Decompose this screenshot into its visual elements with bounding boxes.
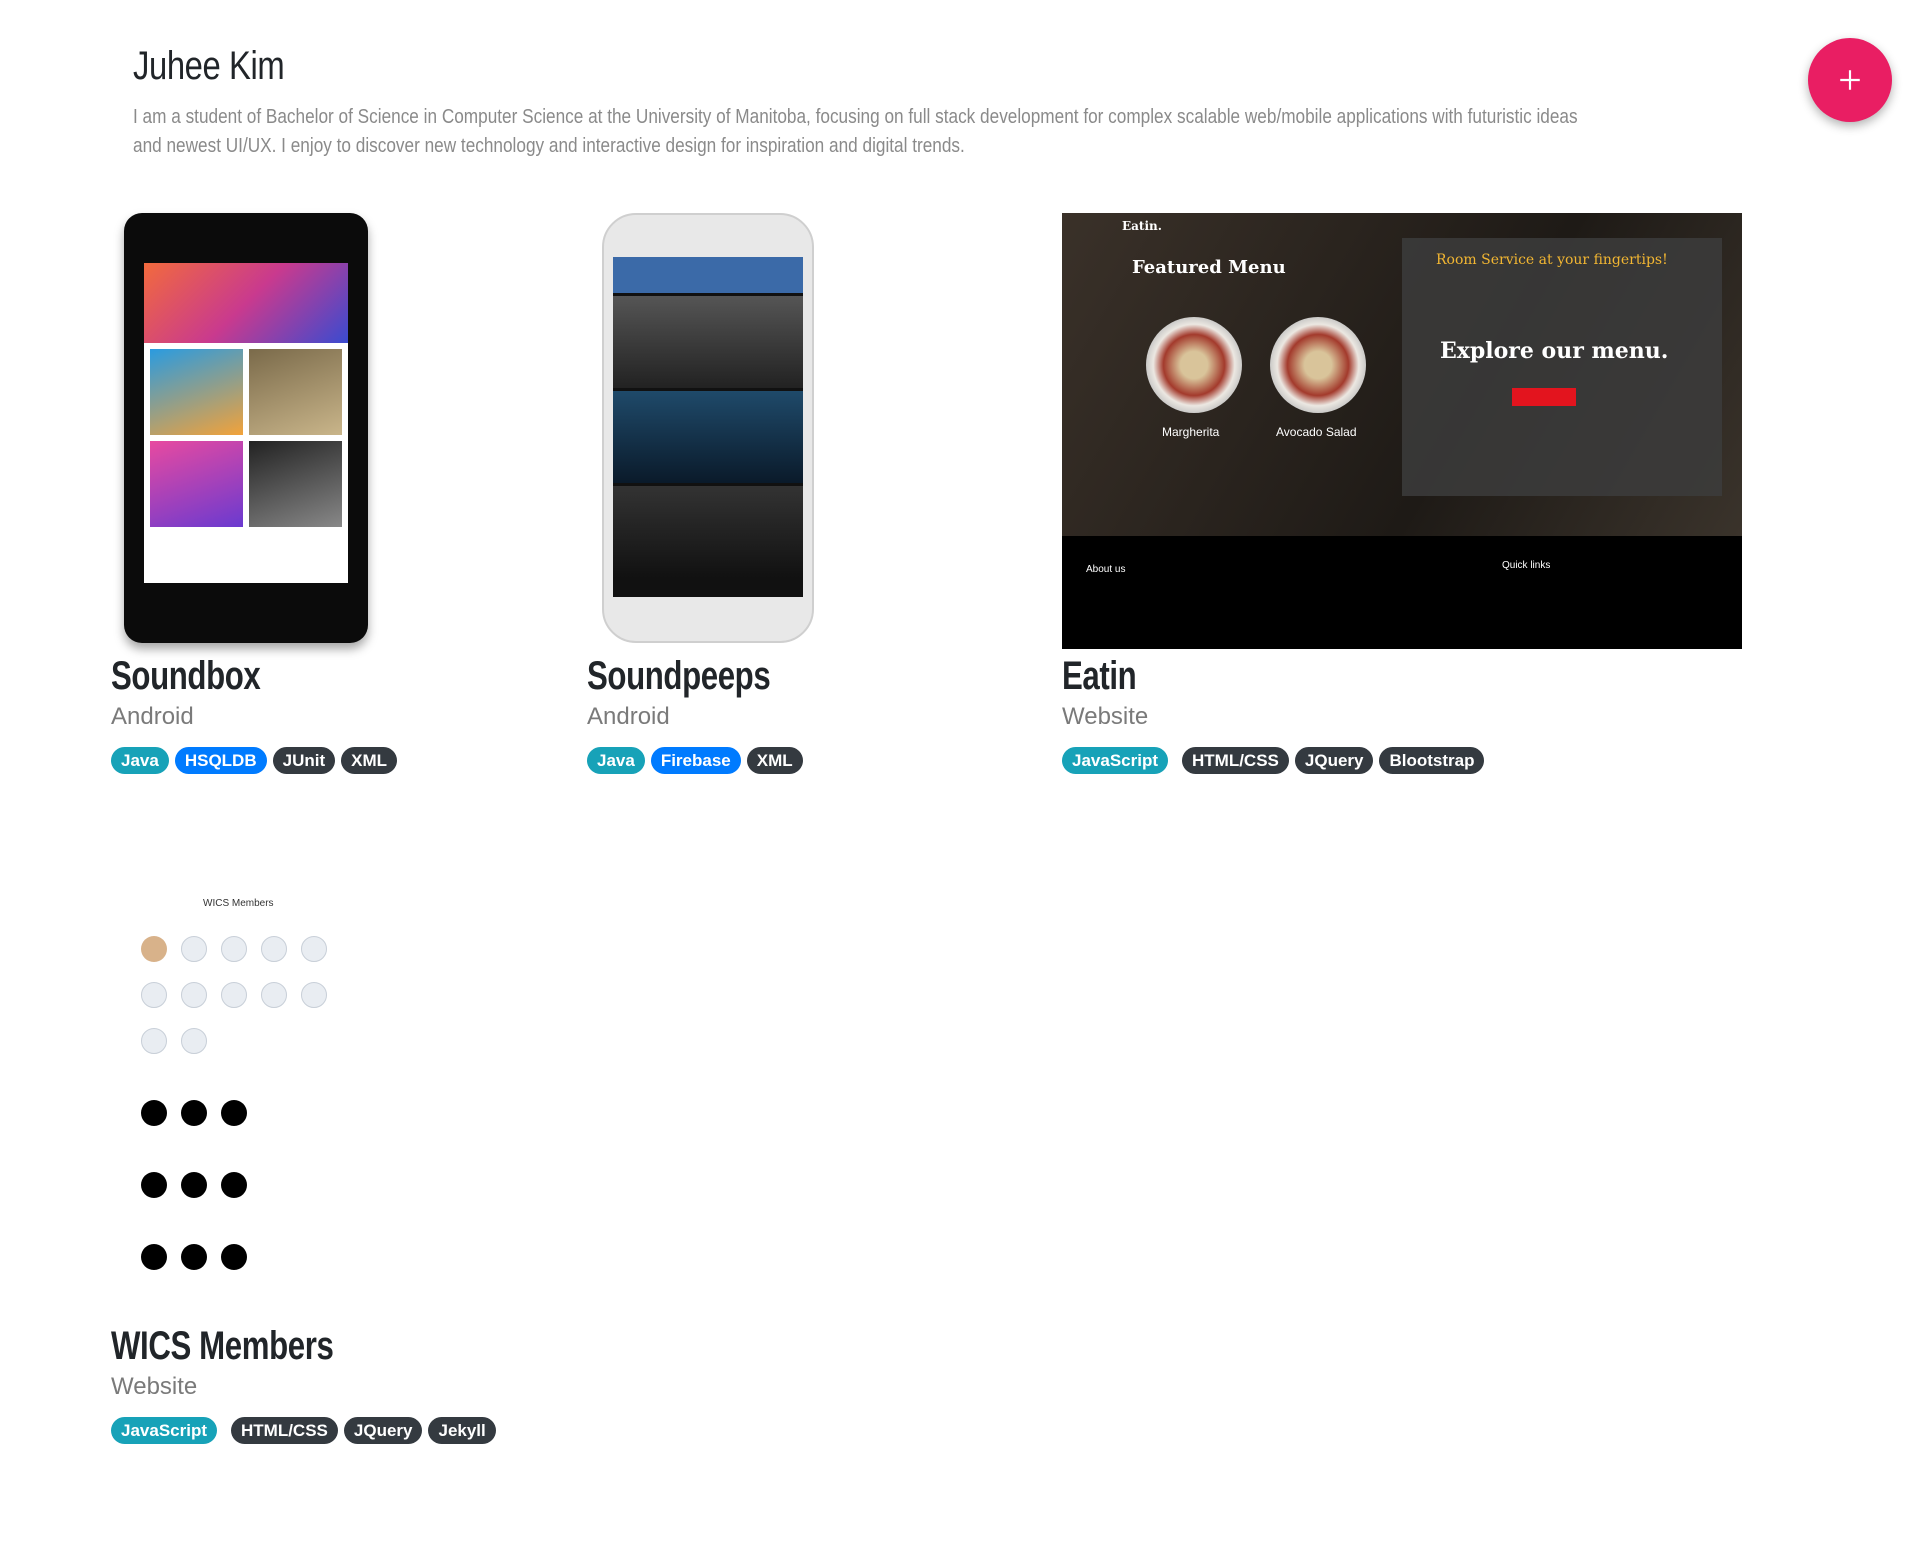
tag: JQuery (1294, 747, 1374, 774)
member-avatar (301, 982, 327, 1008)
tag: Java (587, 747, 645, 774)
tag-list: Java HSQLDB JUnit XML (111, 747, 397, 774)
profile-bio: I am a student of Bachelor of Science in… (133, 106, 1578, 157)
tag: JUnit (272, 747, 336, 774)
project-thumbnail-soundbox[interactable] (124, 213, 368, 643)
app-bar (613, 257, 803, 293)
project-thumbnail-soundpeeps[interactable] (602, 213, 814, 643)
profile-header: Juhee Kim I am a student of Bachelor of … (133, 44, 1813, 161)
project-type: Website (111, 1373, 198, 1400)
tag: HTML/CSS (1182, 747, 1289, 774)
project-thumbnail-wics[interactable]: WICS Members (133, 880, 337, 1320)
about-heading: About us (1086, 564, 1126, 575)
dish-name: Avocado Salad (1276, 425, 1357, 439)
member-avatar (221, 936, 247, 962)
member-avatar (221, 1100, 247, 1126)
post-image (613, 296, 803, 388)
member-avatar (181, 1100, 207, 1126)
member-avatar (181, 936, 207, 962)
member-avatar (141, 1028, 167, 1054)
tag: JavaScript (111, 1417, 217, 1444)
tag-list: JavaScript HTML/CSS JQuery Jekyll (111, 1417, 496, 1444)
quick-links-heading: Quick links (1502, 560, 1551, 571)
explore-heading: Explore our menu. (1440, 338, 1669, 364)
room-service-text: Room Service at your fingertips! (1436, 252, 1668, 268)
dish-name: Margherita (1162, 425, 1220, 439)
tag: JQuery (343, 1417, 423, 1444)
dish-image (1270, 317, 1366, 413)
dish-image (1146, 317, 1242, 413)
member-avatar (181, 1172, 207, 1198)
tag: Jekyll (428, 1417, 496, 1444)
plus-icon (1840, 70, 1860, 90)
tag: Java (111, 747, 169, 774)
member-avatar (141, 982, 167, 1008)
member-avatar (141, 1172, 167, 1198)
project-title[interactable]: Eatin (1062, 654, 1392, 699)
tag: HSQLDB (174, 747, 267, 774)
tag: Firebase (650, 747, 741, 774)
post-image (613, 391, 803, 483)
album-tile (150, 349, 243, 435)
album-tile (249, 349, 342, 435)
room-service-panel: Room Service at your fingertips! Explore… (1402, 238, 1722, 496)
member-avatar (221, 1172, 247, 1198)
tag: Blootstrap (1379, 747, 1485, 774)
member-avatar (301, 936, 327, 962)
project-type: Website (1062, 703, 1149, 730)
tablet-screen (144, 263, 348, 583)
member-avatar (181, 1244, 207, 1270)
member-avatar (141, 936, 167, 962)
tag: JavaScript (1062, 747, 1168, 774)
album-tile (150, 441, 243, 527)
profile-name: Juhee Kim (133, 44, 285, 88)
member-avatar (141, 1100, 167, 1126)
member-avatar (141, 1244, 167, 1270)
member-avatar (261, 982, 287, 1008)
site-footer: About us Quick links (1062, 536, 1742, 649)
member-avatar (221, 982, 247, 1008)
project-title[interactable]: WICS Members (111, 1324, 411, 1369)
tag-list: Java Firebase XML (587, 747, 822, 774)
project-type: Android (587, 703, 670, 730)
member-avatar (181, 1028, 207, 1054)
tag-list: JavaScript HTML/CSS JQuery Blootstrap (1062, 747, 1485, 774)
tag: XML (341, 747, 397, 774)
album-tile (249, 441, 342, 527)
project-type: Android (111, 703, 194, 730)
phone-screen (613, 257, 803, 597)
project-title[interactable]: Soundbox (111, 654, 334, 699)
project-card-soundpeeps: Soundpeeps Android Java Firebase XML (587, 654, 822, 774)
project-card-eatin: Eatin Website JavaScript HTML/CSS JQuery… (1062, 654, 1485, 774)
add-button[interactable] (1808, 38, 1892, 122)
project-card-wics: WICS Members Website JavaScript HTML/CSS… (111, 1324, 496, 1444)
member-avatar (261, 936, 287, 962)
see-more-button (1512, 388, 1576, 406)
post-image (613, 486, 803, 578)
project-title[interactable]: Soundpeeps (587, 654, 771, 699)
tag: HTML/CSS (231, 1417, 338, 1444)
project-thumbnail-eatin[interactable]: Eatin. Featured Menu Margherita Avocado … (1062, 213, 1742, 649)
member-avatar (181, 982, 207, 1008)
tag: XML (746, 747, 803, 774)
brand-logo: Eatin. (1122, 219, 1162, 233)
wics-page-title: WICS Members (203, 898, 274, 909)
project-card-soundbox: Soundbox Android Java HSQLDB JUnit XML (111, 654, 397, 774)
featured-heading: Featured Menu (1132, 257, 1286, 278)
hero-banner (144, 263, 348, 343)
member-avatar (221, 1244, 247, 1270)
